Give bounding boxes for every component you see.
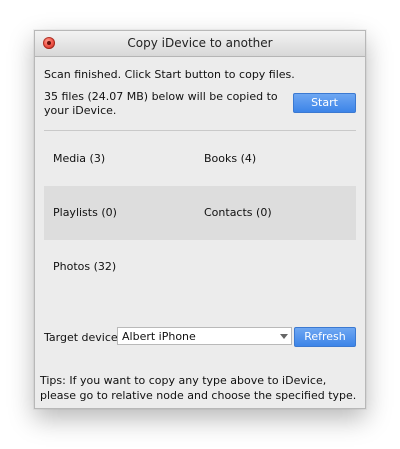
dialog-content: Scan finished. Click Start button to cop… — [35, 57, 365, 408]
category-row: Playlists (0) Contacts (0) — [44, 186, 356, 240]
divider — [44, 130, 356, 131]
category-row: Photos (32) — [44, 240, 356, 294]
refresh-button[interactable]: Refresh — [294, 327, 356, 347]
category-photos: Photos (32) — [53, 260, 117, 273]
start-button[interactable]: Start — [293, 93, 356, 113]
chevron-down-icon[interactable] — [280, 334, 288, 339]
title-bar: Copy iDevice to another — [35, 31, 365, 57]
target-device-label: Target device: — [44, 331, 122, 344]
window-title: Copy iDevice to another — [127, 36, 273, 50]
target-device-select[interactable]: Albert iPhone — [117, 327, 292, 345]
category-books: Books (4) — [204, 152, 257, 165]
category-row: Media (3) Books (4) — [44, 132, 356, 186]
scan-status-text: Scan finished. Click Start button to cop… — [44, 68, 295, 81]
tips-text: Tips: If you want to copy any type above… — [40, 374, 357, 402]
category-media: Media (3) — [53, 152, 106, 165]
category-grid: Media (3) Books (4) Playlists (0) Contac… — [44, 132, 356, 294]
copy-idevice-window: Copy iDevice to another Scan finished. C… — [34, 30, 366, 409]
category-playlists: Playlists (0) — [53, 206, 117, 219]
target-device-value: Albert iPhone — [122, 330, 196, 343]
category-contacts: Contacts (0) — [204, 206, 272, 219]
copy-summary-text: 35 files (24.07 MB) below will be copied… — [44, 90, 278, 117]
